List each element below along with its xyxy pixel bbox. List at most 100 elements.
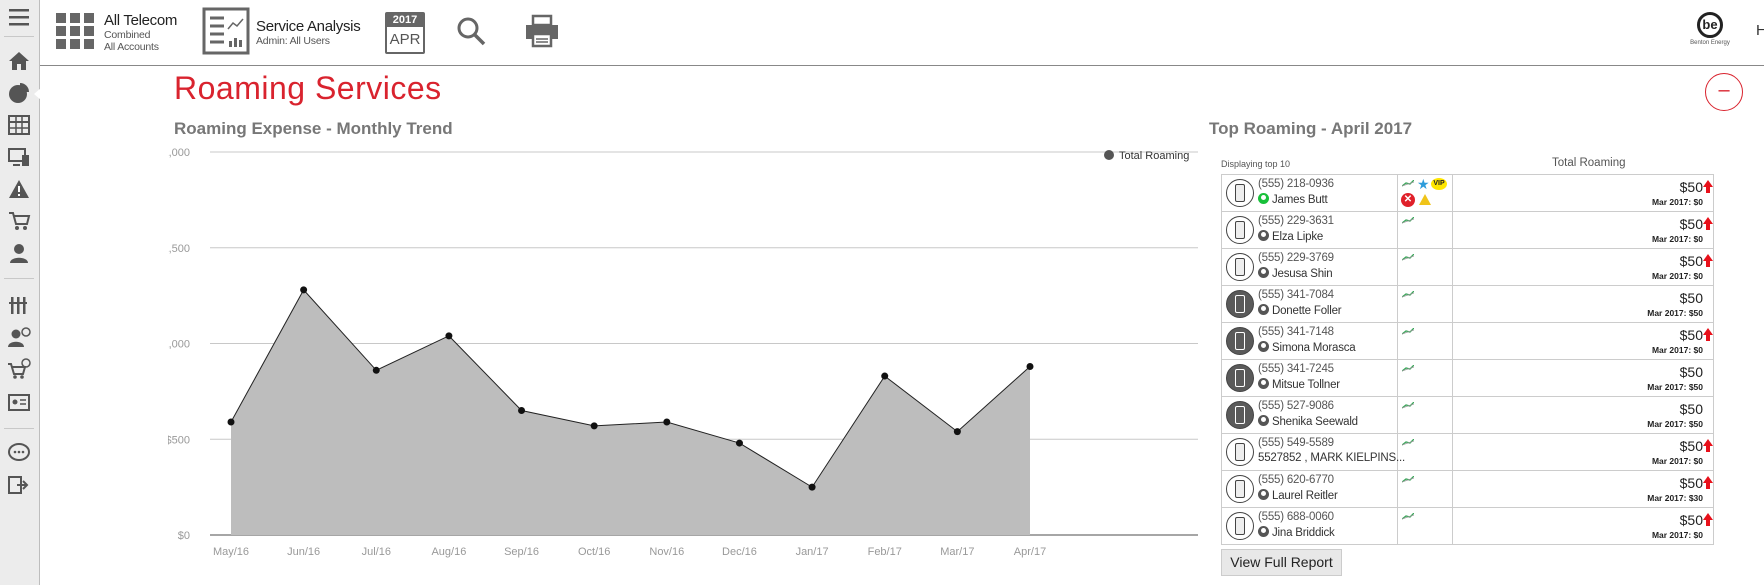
roaming-trend-chart: May/16 Jun/16 Jul/16 Aug/16 Sep/16 Oct/16 Nov/… <box>168 147 1198 558</box>
signal-icon <box>1402 365 1414 372</box>
id-card-icon[interactable] <box>4 388 34 414</box>
report-sub: Admin: All Users <box>256 35 330 47</box>
cart-clock-icon[interactable] <box>4 356 34 382</box>
star-icon: ★ <box>1417 176 1430 192</box>
logout-icon[interactable] <box>4 472 34 498</box>
data-point[interactable] <box>808 483 816 491</box>
device-icon <box>1226 364 1254 392</box>
phone-cell[interactable]: (555) 341-7245 Mitsue Tollner <box>1222 360 1398 396</box>
table-row[interactable]: (555) 341-7245 Mitsue Tollner $50 Mar 20… <box>1221 360 1714 397</box>
phone-number[interactable]: (555) 341-7245 <box>1258 363 1334 375</box>
device-icon <box>1226 179 1254 207</box>
table-row[interactable]: (555) 341-7084 Donette Foller $50 Mar 20… <box>1221 286 1714 323</box>
phone-number[interactable]: (555) 229-3769 <box>1258 252 1334 264</box>
calendar-button[interactable]: 2017 APR <box>385 0 425 66</box>
user-clock-icon[interactable] <box>4 324 34 350</box>
user-name: Elza Lipke <box>1258 230 1323 243</box>
phone-number[interactable]: (555) 218-0936 <box>1258 178 1334 190</box>
print-button[interactable] <box>524 0 560 66</box>
phone-cell[interactable]: (555) 218-0936 James Butt <box>1222 175 1398 211</box>
user-name: 5527852 , MARK KIELPINS... <box>1258 452 1405 464</box>
user-icon <box>1258 489 1269 500</box>
account-sub1: Combined <box>104 29 151 41</box>
data-point[interactable] <box>300 286 308 294</box>
x-tick-label: Sep/16 <box>504 546 539 558</box>
sidebar <box>0 0 41 585</box>
data-point[interactable] <box>881 372 889 380</box>
device-icon <box>1226 216 1254 244</box>
view-full-report-button[interactable]: View Full Report <box>1221 549 1342 576</box>
support-user-icon[interactable] <box>4 240 34 266</box>
table-row[interactable]: (555) 688-0060 Jina Briddick $50 Mar 201… <box>1221 508 1714 545</box>
device-icon <box>1226 475 1254 503</box>
data-point[interactable] <box>518 407 526 415</box>
data-point[interactable] <box>445 332 453 340</box>
amount-cell: $50 Mar 2017: $0 <box>1453 323 1713 359</box>
data-point[interactable] <box>1026 362 1034 370</box>
report-title: Service Analysis <box>256 18 361 35</box>
search-icon <box>455 15 487 52</box>
phone-number[interactable]: (555) 341-7148 <box>1258 326 1334 338</box>
table-row[interactable]: (555) 218-0936 James Butt ★ VIP ✕ $50 Ma… <box>1221 175 1714 212</box>
warning-icon[interactable] <box>4 176 34 202</box>
data-point[interactable] <box>735 439 743 447</box>
data-point[interactable] <box>953 428 961 436</box>
report-selector[interactable]: Service Analysis Admin: All Users <box>202 0 361 66</box>
signal-icon <box>1402 439 1414 446</box>
phone-cell[interactable]: (555) 229-3769 Jesusa Shin <box>1222 249 1398 285</box>
phone-cell[interactable]: (555) 620-6770 Laurel Reitler <box>1222 471 1398 507</box>
data-point[interactable] <box>372 366 380 374</box>
chat-icon[interactable] <box>4 440 34 466</box>
pie-chart-icon[interactable] <box>4 80 34 106</box>
phone-cell[interactable]: (555) 549-5589 5527852 , MARK KIELPINS..… <box>1222 434 1405 470</box>
home-icon[interactable] <box>4 48 34 74</box>
table-row[interactable]: (555) 229-3769 Jesusa Shin $50 Mar 2017:… <box>1221 249 1714 286</box>
grid-icon <box>56 12 94 54</box>
increase-arrow-icon <box>1703 217 1713 231</box>
phone-number[interactable]: (555) 620-6770 <box>1258 474 1334 486</box>
table-icon[interactable] <box>4 112 34 138</box>
user-name-text: Jesusa Shin <box>1272 268 1333 280</box>
phone-number[interactable]: (555) 229-3631 <box>1258 215 1334 227</box>
table-row[interactable]: (555) 527-9086 Shenika Seewald $50 Mar 2… <box>1221 397 1714 434</box>
table-row[interactable]: (555) 549-5589 5527852 , MARK KIELPINS..… <box>1221 434 1714 471</box>
search-button[interactable] <box>455 0 487 66</box>
top-header: All Telecom Combined All Accounts Servic… <box>40 0 1764 66</box>
data-point[interactable] <box>590 422 598 430</box>
monitor-icon[interactable] <box>4 144 34 170</box>
phone-number[interactable]: (555) 341-7084 <box>1258 289 1334 301</box>
phone-cell[interactable]: (555) 341-7148 Simona Morasca <box>1222 323 1398 359</box>
table-row[interactable]: (555) 341-7148 Simona Morasca $50 Mar 20… <box>1221 323 1714 360</box>
previous-month-amount: Mar 2017: $0 <box>1651 530 1703 540</box>
roaming-amount: $50 <box>1679 179 1703 195</box>
x-tick-label: May/16 <box>213 546 249 558</box>
menu-icon[interactable] <box>4 4 34 30</box>
logo-text: Benton Energy <box>1690 40 1730 46</box>
device-icon <box>1226 290 1254 318</box>
amount-cell: $50 Mar 2017: $0 <box>1453 175 1713 211</box>
device-icon <box>1226 253 1254 281</box>
cart-icon[interactable] <box>4 208 34 234</box>
roaming-amount: $50 <box>1679 290 1703 306</box>
phone-cell[interactable]: (555) 527-9086 Shenika Seewald <box>1222 397 1398 433</box>
x-tick-label: Feb/17 <box>868 546 902 558</box>
phone-number[interactable]: (555) 549-5589 <box>1258 437 1334 449</box>
phone-cell[interactable]: (555) 341-7084 Donette Foller <box>1222 286 1398 322</box>
data-point[interactable] <box>663 418 671 426</box>
y-tick-label: $0 <box>178 530 190 542</box>
user-name: Laurel Reitler <box>1258 489 1338 502</box>
tools-icon[interactable] <box>4 292 34 318</box>
phone-cell[interactable]: (555) 229-3631 Elza Lipke <box>1222 212 1398 248</box>
data-point[interactable] <box>227 418 235 426</box>
table-row[interactable]: (555) 620-6770 Laurel Reitler $50 Mar 20… <box>1221 471 1714 508</box>
app-root: All Telecom Combined All Accounts Servic… <box>0 0 1764 585</box>
sidebar-divider <box>4 278 34 279</box>
phone-number[interactable]: (555) 688-0060 <box>1258 511 1334 523</box>
collapse-button[interactable]: – <box>1705 73 1743 111</box>
user-menu[interactable]: H <box>1756 22 1764 39</box>
phone-cell[interactable]: (555) 688-0060 Jina Briddick <box>1222 508 1398 544</box>
table-row[interactable]: (555) 229-3631 Elza Lipke $50 Mar 2017: … <box>1221 212 1714 249</box>
phone-number[interactable]: (555) 527-9086 <box>1258 400 1334 412</box>
account-selector[interactable]: All Telecom Combined All Accounts <box>56 0 177 66</box>
logo-mark: be <box>1697 12 1723 38</box>
